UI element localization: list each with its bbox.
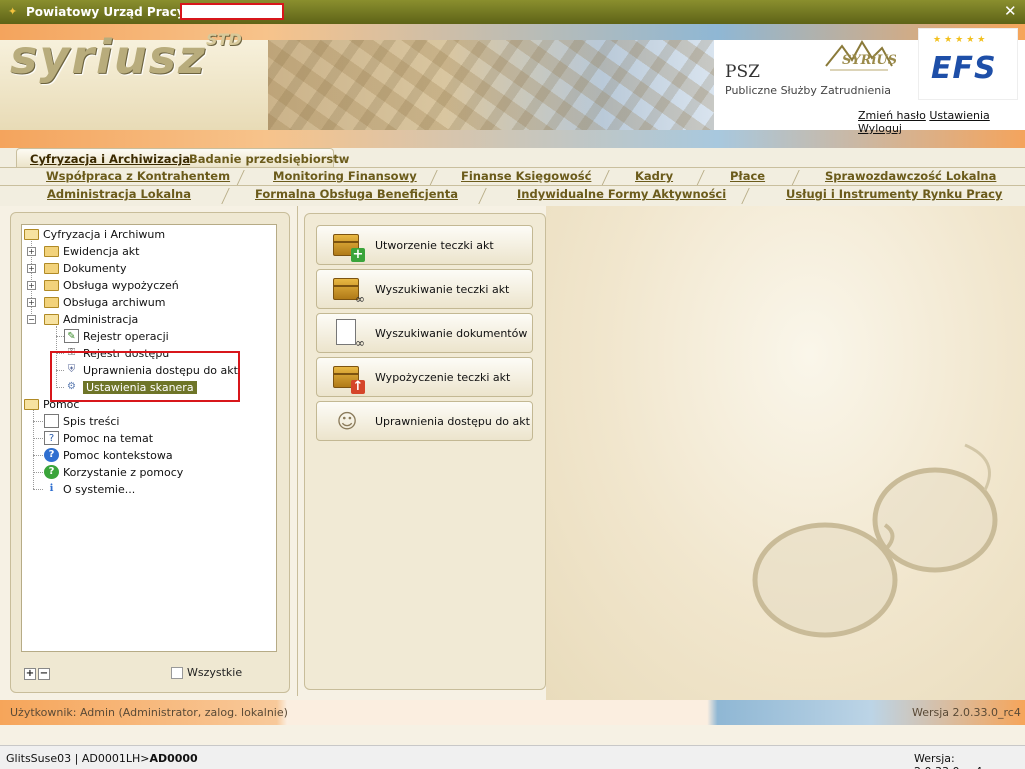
header-links: Zmień hasło Ustawienia Wyloguj: [858, 109, 1025, 135]
tree-root-pomoc[interactable]: Pomoc: [24, 396, 79, 412]
host-info: GlitsSuse03 | AD0001LH>AD0000: [6, 752, 198, 765]
info-icon: ℹ: [49, 483, 54, 494]
expand-icon[interactable]: +: [27, 281, 36, 290]
syriusz-logo: syriusz: [10, 30, 207, 84]
psz-title: PSZ: [725, 62, 760, 82]
folder-icon: [44, 262, 59, 274]
box-export-icon: ↑: [331, 362, 365, 394]
logout-link[interactable]: Wyloguj: [858, 122, 902, 135]
tree-item-ewidencja[interactable]: Ewidencja akt: [44, 243, 140, 259]
svg-text:SYRiUSZ: SYRiUSZ: [842, 53, 896, 68]
footer-bar: GlitsSuse03 | AD0001LH>AD0000 Wersja: 2.…: [0, 745, 1025, 769]
collapse-icon[interactable]: −: [27, 315, 36, 324]
syriusz-emblem-icon: SYRiUSZ: [825, 40, 896, 71]
tree-item-pomoc-na-temat[interactable]: ? Pomoc na temat: [44, 430, 153, 446]
tree-expand-collapse: + −: [24, 666, 52, 680]
user-status: Użytkownik: Admin (Administrator, zalog.…: [10, 706, 288, 719]
expand-icon[interactable]: +: [27, 298, 36, 307]
window-titlebar: ✦ Powiatowy Urząd Pracy we ✕: [0, 0, 1025, 24]
glasses-illustration: [752, 443, 998, 638]
search-folder-button[interactable]: ∞ Wyszukiwanie teczki akt: [316, 269, 533, 309]
close-icon[interactable]: ✕: [1004, 2, 1017, 20]
edit-document-icon: ✎: [64, 329, 79, 343]
masks-icon: ☺: [336, 409, 358, 433]
app-icon: ✦: [8, 5, 18, 18]
checkbox[interactable]: [171, 666, 183, 679]
help-document-icon: ?: [44, 431, 59, 445]
panel-divider[interactable]: [297, 206, 298, 696]
footer-version: Wersja: 2.0.33.0_rc4: [914, 752, 982, 769]
folder-open-icon: [24, 228, 39, 240]
borrow-folder-button[interactable]: ↑ Wypożyczenie teczki akt: [316, 357, 533, 397]
document-icon: [44, 414, 59, 428]
tree-item-administracja[interactable]: Administracja: [44, 311, 138, 327]
access-rights-button[interactable]: ☺ Uprawnienia dostępu do akt: [316, 401, 533, 441]
help-green-icon: ?: [44, 465, 59, 479]
tree-item-pomoc-kontekstowa[interactable]: ? Pomoc kontekstowa: [44, 447, 173, 463]
help-circle-icon: ?: [44, 448, 59, 462]
folder-open-icon: [44, 313, 59, 325]
expand-icon[interactable]: +: [27, 264, 36, 273]
tree-item-spis-tresci[interactable]: Spis treści: [44, 413, 119, 429]
tab-indywidualne-formy[interactable]: Indywidualne Formy Aktywności: [517, 187, 726, 205]
red-highlight-box: [50, 351, 240, 402]
efs-logo: ★★★★★ EFS: [918, 28, 1018, 100]
tree-item-dokumenty[interactable]: Dokumenty: [44, 260, 126, 276]
syriusz-logo-suffix: STD: [206, 30, 242, 49]
change-password-link[interactable]: Zmień hasło: [858, 109, 926, 122]
tree-item-o-systemie[interactable]: ℹO systemie...: [44, 481, 136, 497]
all-checkbox[interactable]: Wszystkie: [171, 666, 242, 679]
version-status: Wersja 2.0.33.0_rc4: [912, 706, 1021, 719]
box-plus-icon: +: [331, 230, 365, 262]
search-documents-button[interactable]: ∞ Wyszukiwanie dokumentów: [316, 313, 533, 353]
redacted-region: [180, 3, 284, 20]
collapse-all-button[interactable]: −: [38, 668, 50, 680]
settings-link[interactable]: Ustawienia: [929, 109, 989, 122]
expand-icon[interactable]: +: [27, 247, 36, 256]
expand-all-button[interactable]: +: [24, 668, 36, 680]
document-binoculars-icon: ∞: [331, 318, 365, 350]
module-tabs: Cyfryzacja i Archiwizacja Badanie przeds…: [0, 148, 1025, 206]
create-folder-button[interactable]: + Utworzenie teczki akt: [316, 225, 533, 265]
status-bar: Użytkownik: Admin (Administrator, zalog.…: [0, 700, 1025, 725]
psz-subtitle: Publiczne Służby Zatrudnienia: [725, 84, 892, 97]
tree-item-korzystanie[interactable]: ? Korzystanie z pomocy: [44, 464, 183, 480]
folder-open-icon: [24, 398, 39, 410]
folder-icon: [44, 279, 59, 291]
eu-stars-icon: ★★★★★: [933, 35, 989, 45]
box-binoculars-icon: ∞: [331, 274, 365, 306]
tree-root-cyfryzacja[interactable]: Cyfryzacja i Archiwum: [24, 226, 165, 242]
tree-item-archiwum[interactable]: Obsługa archiwum: [44, 294, 165, 310]
tree-item-wypozyczenia[interactable]: Obsługa wypożyczeń: [44, 277, 179, 293]
tab-formalna-obsluga[interactable]: Formalna Obsługa Beneficjenta: [255, 187, 458, 205]
tab-administracja-lokalna[interactable]: Administracja Lokalna: [47, 187, 191, 205]
tab-uslugi[interactable]: Usługi i Instrumenty Rynku Pracy: [786, 187, 1002, 205]
folder-icon: [44, 296, 59, 308]
tree-item-rejestr-operacji[interactable]: ✎ Rejestr operacji: [64, 328, 169, 344]
header-photo: [268, 40, 714, 130]
folder-icon: [44, 245, 59, 257]
